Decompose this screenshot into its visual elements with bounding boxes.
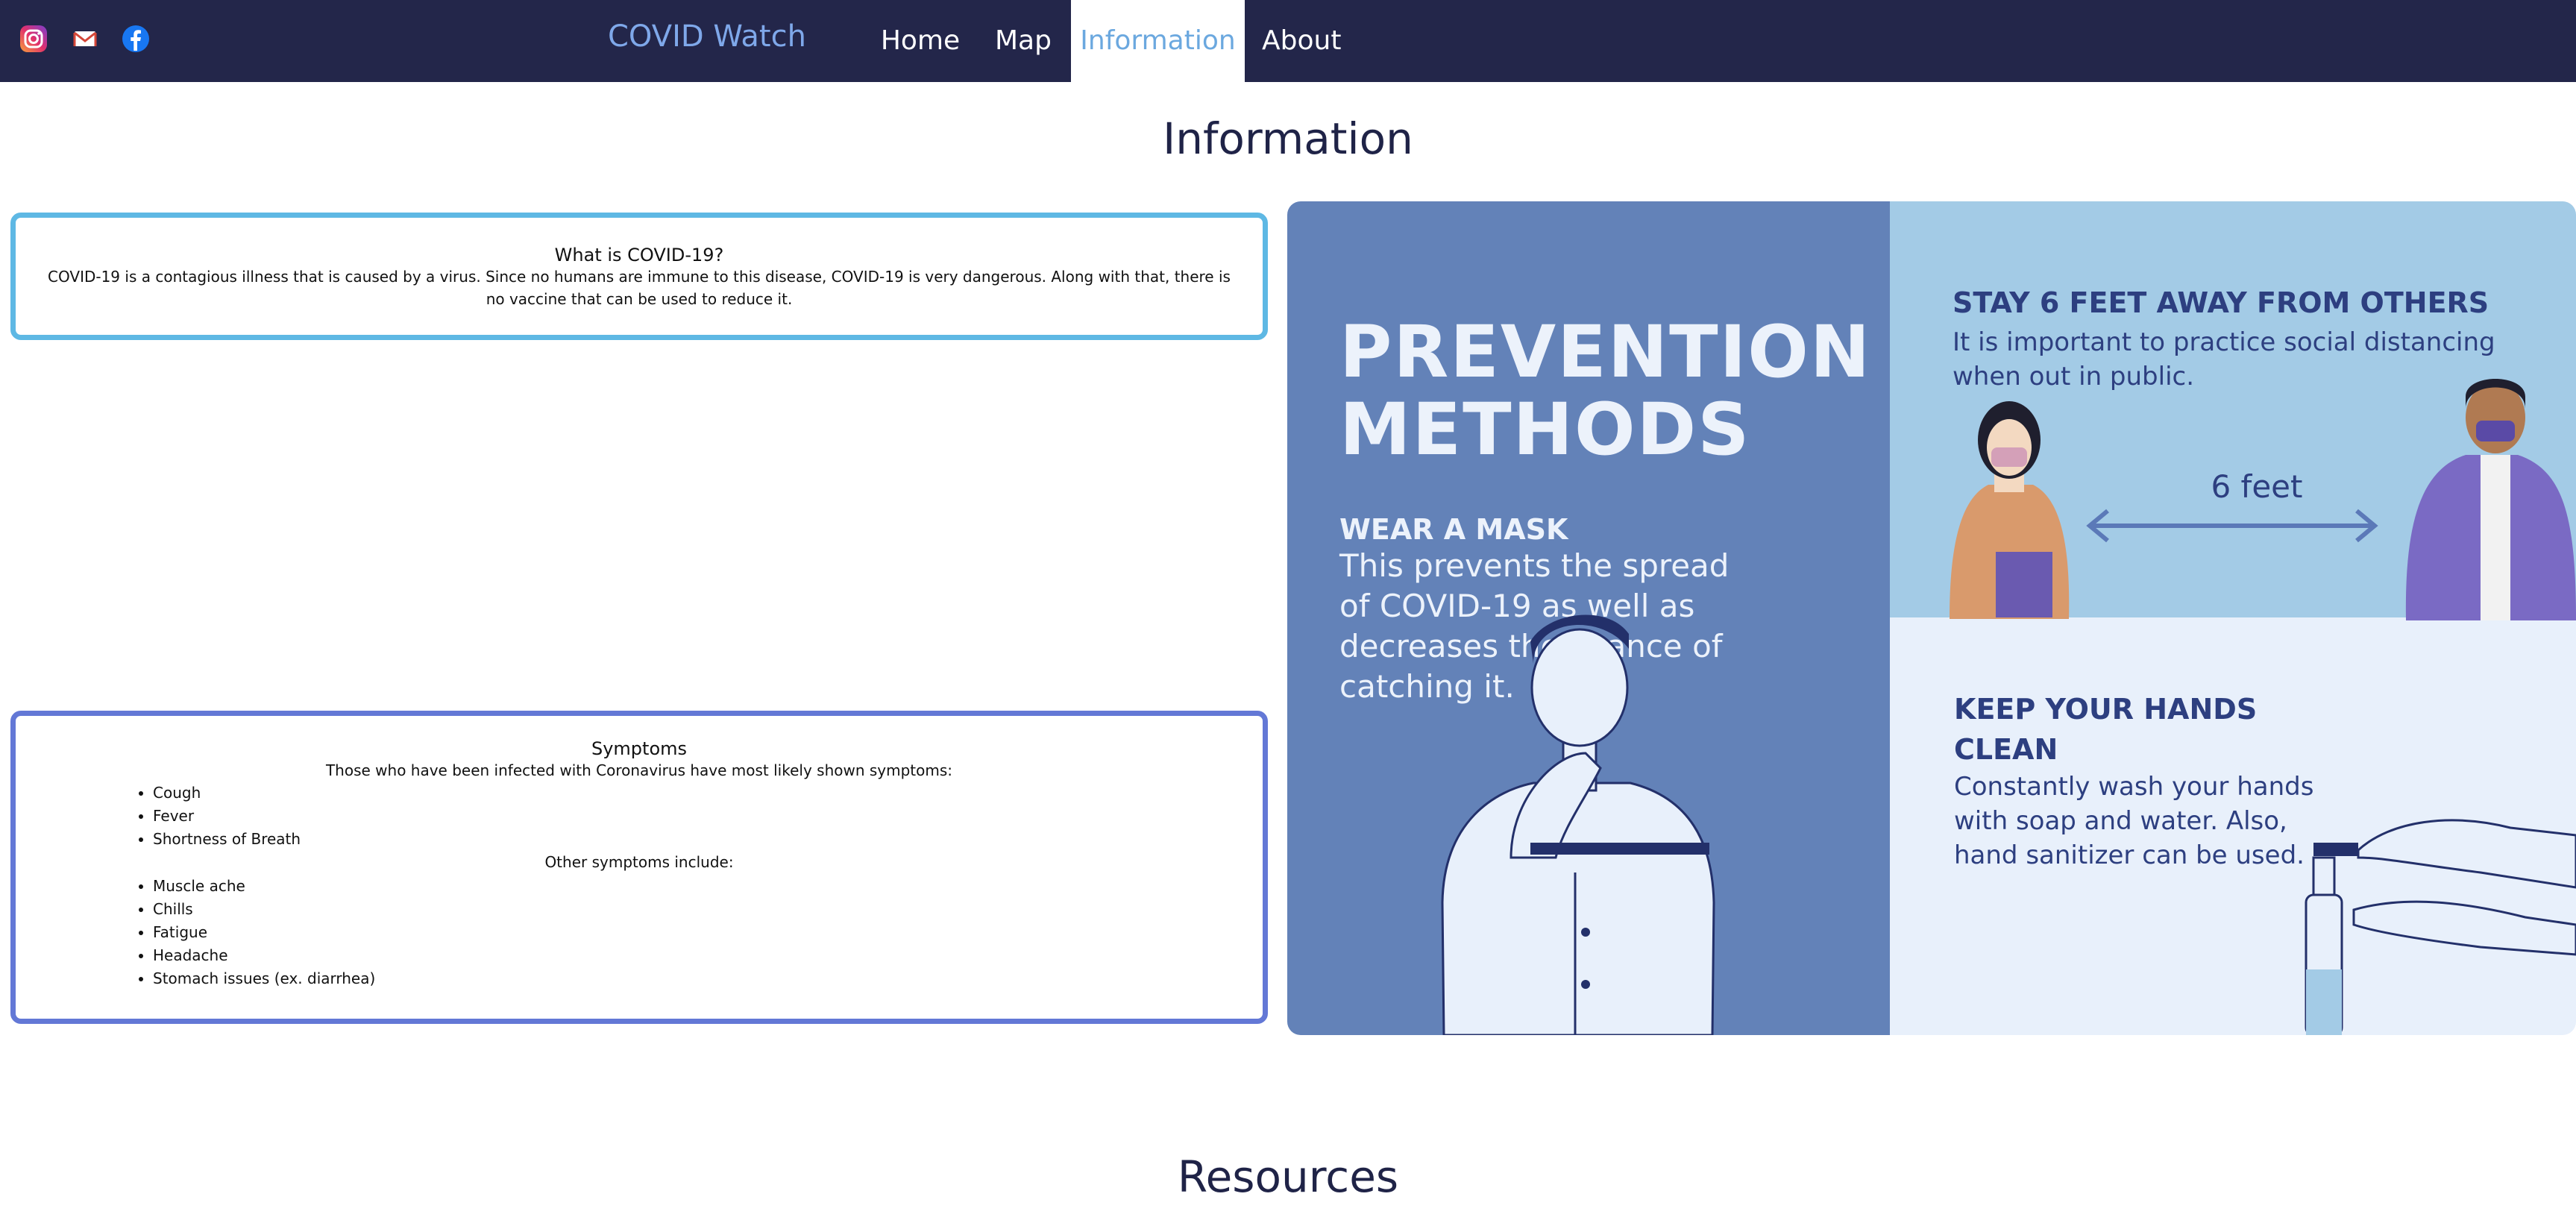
facebook-icon[interactable]: [121, 24, 151, 54]
mail-icon[interactable]: [70, 24, 100, 54]
symptoms-card: Symptoms Those who have been infected wi…: [10, 711, 1268, 1024]
nav-home[interactable]: Home: [879, 0, 962, 82]
double-arrow-icon: [2086, 509, 2378, 543]
nav-map[interactable]: Map: [993, 0, 1053, 82]
man-figure-icon: [2405, 379, 2576, 620]
resources-title: Resources: [1177, 1151, 1399, 1202]
list-item: Shortness of Breath: [153, 828, 1263, 851]
card-text: COVID-19 is a contagious illness that is…: [48, 268, 1231, 308]
list-item: Fever: [153, 805, 1263, 828]
top-navbar: COVID Watch Home Map Information About: [0, 0, 2576, 82]
hand-sanitizer-icon: [2305, 819, 2576, 1035]
other-symptoms-label: Other symptoms include:: [544, 853, 734, 871]
list-item: Fatigue: [153, 921, 1263, 944]
other-symptoms-list: Muscle ache Chills Fatigue Headache Stom…: [16, 875, 1263, 990]
instagram-icon[interactable]: [19, 24, 48, 54]
prevention-infographic: PREVENTION METHODS WEAR A MASK This prev…: [1287, 201, 2576, 1035]
list-item: Chills: [153, 898, 1263, 921]
list-item: Headache: [153, 944, 1263, 967]
infographic-illustrations: [1441, 379, 2576, 1035]
list-item: Cough: [153, 782, 1263, 805]
site-brand[interactable]: COVID Watch: [608, 19, 806, 54]
what-is-covid-card: What is COVID-19? COVID-19 is a contagio…: [10, 213, 1268, 340]
nav-about[interactable]: About: [1262, 0, 1341, 82]
main-symptoms-list: Cough Fever Shortness of Breath: [16, 782, 1263, 851]
symptoms-intro: Those who have been infected with Corona…: [325, 761, 953, 779]
card-heading: Symptoms: [591, 738, 688, 759]
list-item: Stomach issues (ex. diarrhea): [153, 967, 1263, 990]
page-title: Information: [1163, 113, 1413, 164]
woman-figure-icon: [1950, 401, 2070, 619]
list-item: Muscle ache: [153, 875, 1263, 898]
nav-information[interactable]: Information: [1071, 0, 1245, 82]
man-covering-nose-icon: [1441, 614, 1715, 1035]
card-heading: What is COVID-19?: [554, 245, 724, 265]
